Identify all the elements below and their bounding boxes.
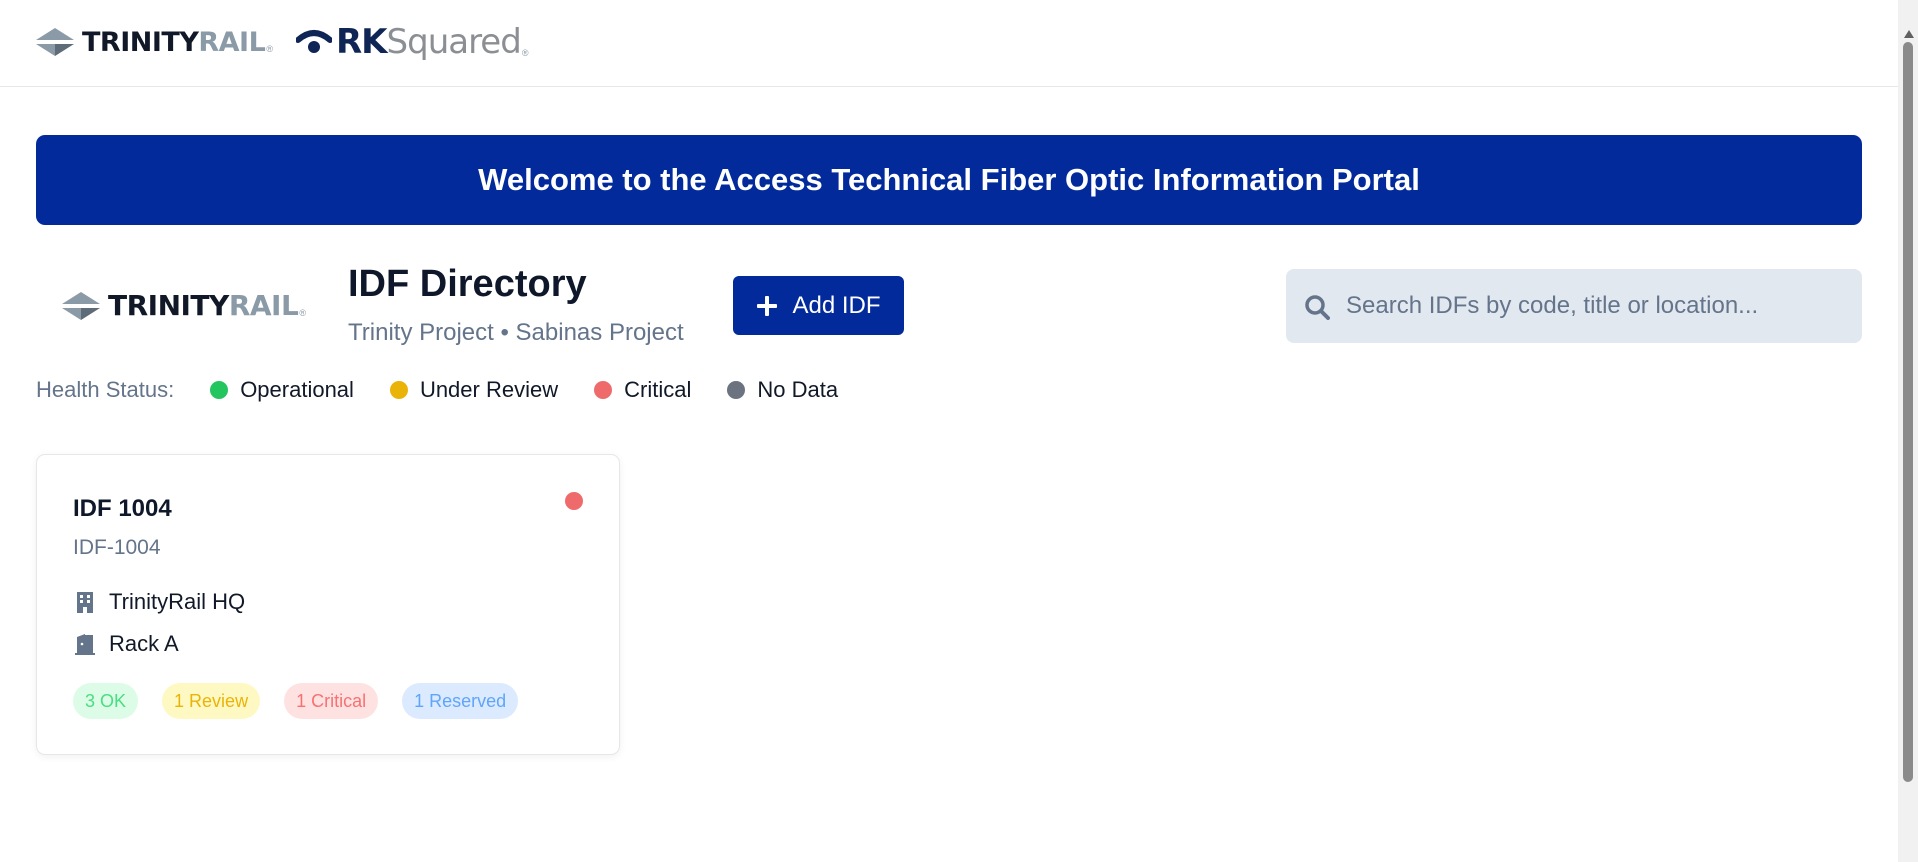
health-status-label: Health Status: [36,377,175,402]
legend-item-under-review: Under Review [389,377,559,403]
status-dot-critical [594,381,613,399]
rksquared-logo-mark-icon [296,30,332,53]
card-status-dot-critical [565,492,583,510]
door-icon [75,634,95,655]
vertical-scrollbar[interactable] [1898,0,1918,862]
idf-card-rack: Rack A [109,631,179,656]
trinityrail-logo[interactable]: TRINITYRAIL ® [36,26,273,58]
legend-item-label: Operational [240,377,354,402]
legend-item-label: No Data [757,377,839,402]
badge-ok: 3 OK [73,683,139,719]
rksquared-logo-text: RKSquared [336,22,522,62]
idf-card-rack-row: Rack A [73,631,179,657]
top-header: TRINITYRAIL ® RKSquared ® [0,0,1898,87]
add-idf-button[interactable]: Add IDF [733,276,904,335]
plus-icon [757,295,778,316]
page-subtitle: Trinity Project • Sabinas Project [348,319,684,346]
health-status-legend: Health Status: Operational Under Review … [36,376,874,404]
page-title: IDF Directory [348,263,587,305]
idf-card-building: TrinityRail HQ [109,589,246,614]
directory-trinityrail-logo: TRINITYRAIL ® [62,290,306,322]
legend-item-label: Under Review [419,377,559,402]
status-dot-no-data [727,381,746,399]
add-idf-button-label: Add IDF [792,291,881,319]
idf-card-badges: 3 OK 1 Review 1 Critical 1 Reserved [73,683,542,719]
search-box[interactable] [1286,269,1862,343]
legend-item-no-data: No Data [727,377,838,403]
badge-critical: 1 Critical [284,683,379,719]
legend-item-critical: Critical [594,377,691,403]
status-dot-under-review [389,381,408,399]
welcome-banner: Welcome to the Access Technical Fiber Op… [36,135,1862,225]
status-dot-operational [210,381,229,399]
building-icon [77,592,93,613]
scrollbar-thumb[interactable] [1903,42,1913,782]
registered-mark: ® [299,308,306,318]
badge-review: 1 Review [162,683,261,719]
idf-card[interactable]: IDF 1004 IDF-1004 TrinityRail HQ Rack A … [36,454,620,755]
rksquared-logo[interactable]: RKSquared ® [296,22,528,62]
idf-card-title: IDF 1004 [73,495,172,522]
legend-item-label: Critical [624,377,692,402]
search-icon [1305,295,1330,320]
trinityrail-logo-text: TRINITYRAIL [82,26,266,58]
scroll-up-arrow-icon[interactable] [1904,30,1914,38]
trinityrail-logo-mark-icon [62,292,100,320]
registered-mark: ® [521,48,529,58]
idf-card-code: IDF-1004 [73,536,161,559]
welcome-banner-text: Welcome to the Access Technical Fiber Op… [478,162,1420,197]
trinityrail-logo-text: TRINITYRAIL [108,289,299,322]
search-input[interactable] [1346,269,1846,343]
registered-mark: ® [266,44,273,54]
idf-card-location: TrinityRail HQ [73,589,245,615]
badge-reserved: 1 Reserved [402,683,519,719]
trinityrail-logo-mark-icon [36,28,74,56]
legend-item-operational: Operational [210,377,354,403]
